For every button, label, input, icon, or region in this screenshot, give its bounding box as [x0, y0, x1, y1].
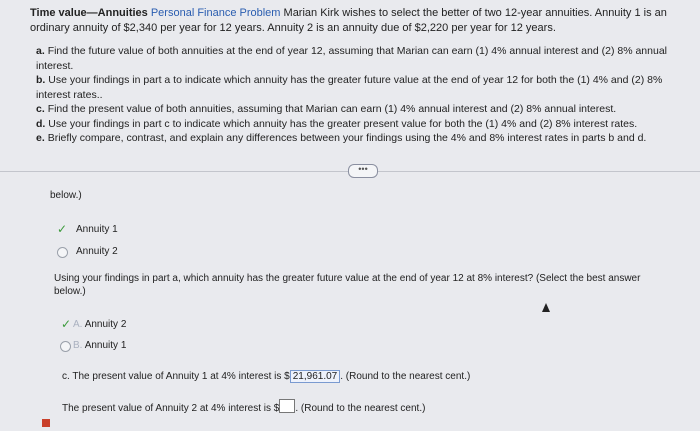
mouse-cursor-icon — [542, 303, 550, 312]
q2-question: Using your findings in part a, which ann… — [54, 273, 641, 297]
below-text: below.) — [50, 190, 82, 201]
pv-annuity-2-line: The present value of Annuity 2 at 4% int… — [62, 399, 425, 414]
q1-option-1[interactable]: Annuity 1 — [76, 224, 118, 235]
pv-annuity-2-input[interactable] — [279, 399, 296, 413]
q1-radio-2[interactable] — [57, 247, 68, 258]
red-marker-icon — [42, 419, 50, 427]
pv-annuity-1-input[interactable]: 21,961.07 — [289, 370, 341, 383]
correct-check-icon: ✓ — [57, 222, 68, 236]
q2-radio-b[interactable] — [60, 341, 71, 352]
q2-option-a[interactable]: A. Annuity 2 — [73, 319, 126, 330]
q1-option-2[interactable]: Annuity 2 — [76, 246, 118, 257]
q2-option-b[interactable]: B. Annuity 1 — [73, 340, 126, 351]
pv-annuity-1-line: c. The present value of Annuity 1 at 4% … — [62, 370, 471, 383]
correct-check-icon-2: ✓ — [61, 317, 72, 331]
answer-area: below.) ✓ Annuity 1 Annuity 2 Using your… — [0, 0, 700, 431]
